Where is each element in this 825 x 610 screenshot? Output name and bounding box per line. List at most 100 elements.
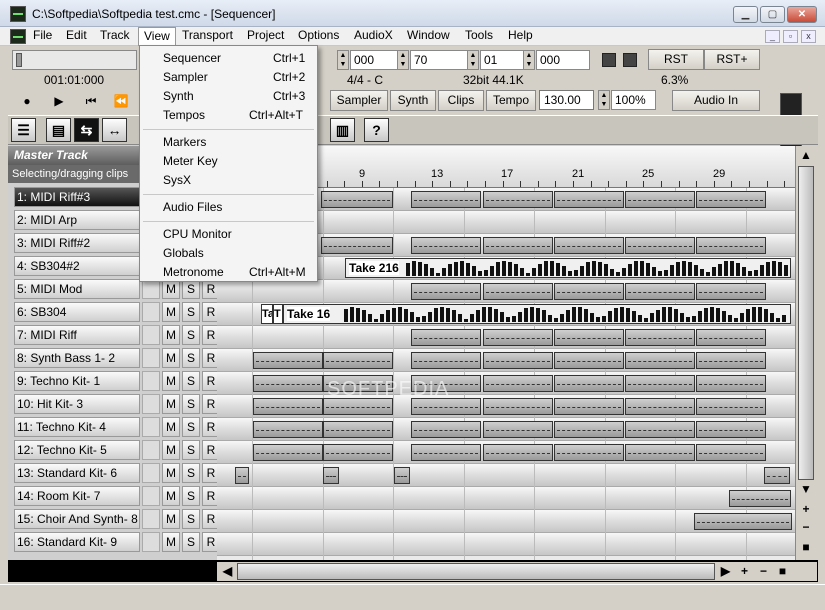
vertical-scrollbar[interactable]: ▲ ▼ + − ■ — [795, 146, 815, 560]
track-row[interactable]: 9: Techno Kit- 1MSR — [14, 370, 220, 392]
midi-clip[interactable] — [253, 375, 323, 392]
zoom-out-icon[interactable]: − — [798, 520, 814, 536]
track-name[interactable]: 5: MIDI Mod — [14, 279, 140, 299]
solo-button[interactable]: S — [182, 440, 200, 460]
midi-clip[interactable] — [764, 467, 790, 484]
mute-button[interactable]: M — [162, 394, 180, 414]
view-menu-audio-files[interactable]: Audio Files — [142, 198, 315, 217]
midi-clip[interactable] — [411, 191, 481, 208]
mute-button[interactable]: M — [162, 348, 180, 368]
track-name[interactable]: 16: Standard Kit- 9 — [14, 532, 140, 552]
mute-button[interactable]: M — [162, 463, 180, 483]
midi-clip[interactable] — [483, 444, 553, 461]
solo-button[interactable]: S — [182, 509, 200, 529]
track-name[interactable]: 14: Room Kit- 7 — [14, 486, 140, 506]
solo-button[interactable]: S — [182, 394, 200, 414]
midi-clip[interactable] — [696, 398, 766, 415]
track-name[interactable]: 2: MIDI Arp — [14, 210, 140, 230]
menu-tools[interactable]: Tools — [460, 27, 498, 46]
midi-clip[interactable] — [411, 352, 481, 369]
minimize-button[interactable]: ▁ — [733, 6, 758, 23]
midi-clip[interactable] — [696, 191, 766, 208]
midi-clip[interactable] — [321, 191, 393, 208]
midi-clip[interactable] — [411, 283, 481, 300]
midi-clip[interactable] — [729, 490, 791, 507]
audio-clip-take-16[interactable]: Take 16 — [283, 304, 791, 324]
menu-audiox[interactable]: AudioX — [349, 27, 398, 46]
menu-track[interactable]: Track — [95, 27, 135, 46]
midi-clip[interactable] — [554, 444, 624, 461]
midi-clip[interactable] — [483, 191, 553, 208]
mute-button[interactable]: M — [162, 302, 180, 322]
menu-edit[interactable]: Edit — [61, 27, 92, 46]
midi-clip[interactable] — [554, 283, 624, 300]
position-slider[interactable] — [12, 50, 137, 70]
midi-clip[interactable] — [483, 352, 553, 369]
track-row[interactable]: 14: Room Kit- 7MSR — [14, 485, 220, 507]
zoom-reset-icon[interactable]: ■ — [798, 540, 814, 556]
maximize-button[interactable]: ▢ — [760, 6, 785, 23]
menu-project[interactable]: Project — [242, 27, 289, 46]
midi-clip[interactable] — [625, 375, 695, 392]
track-name[interactable]: 1: MIDI Riff#3 — [14, 187, 140, 207]
tempo-input[interactable]: 130.00 — [539, 90, 594, 110]
midi-clip[interactable] — [625, 283, 695, 300]
midi-clip[interactable] — [625, 237, 695, 254]
track-name[interactable]: 11: Techno Kit- 4 — [14, 417, 140, 437]
scroll-left-icon[interactable]: ◀ — [219, 563, 236, 580]
audio-clip-small[interactable]: Ta — [261, 304, 273, 324]
view-menu-meter-key[interactable]: Meter Key — [142, 152, 315, 171]
midi-clip[interactable] — [321, 237, 393, 254]
midi-clip[interactable] — [323, 467, 339, 484]
loop-mode-button[interactable] — [623, 53, 637, 67]
h-zoom-reset-icon[interactable]: ■ — [774, 563, 791, 580]
scroll-right-icon[interactable]: ▶ — [717, 563, 734, 580]
list-view-icon[interactable]: ☰ — [11, 118, 36, 142]
midi-clip[interactable] — [696, 329, 766, 346]
solo-button[interactable]: S — [182, 417, 200, 437]
help-icon[interactable]: ? — [364, 118, 389, 142]
menu-transport[interactable]: Transport — [177, 27, 238, 46]
mute-button[interactable]: M — [162, 371, 180, 391]
mute-button[interactable]: M — [162, 279, 180, 299]
zoom-in-icon[interactable]: + — [798, 502, 814, 518]
midi-clip[interactable] — [253, 421, 323, 438]
mdi-close-button[interactable]: x — [801, 30, 816, 43]
midi-clip[interactable] — [625, 398, 695, 415]
mute-button[interactable]: M — [162, 440, 180, 460]
h-zoom-in-icon[interactable]: + — [736, 563, 753, 580]
track-row[interactable]: 10: Hit Kit- 3MSR — [14, 393, 220, 415]
midi-clip[interactable] — [483, 283, 553, 300]
menu-file[interactable]: File — [28, 27, 57, 46]
stretch-tool-icon[interactable]: ↔ — [102, 118, 127, 142]
midi-clip[interactable] — [625, 444, 695, 461]
midi-clip[interactable] — [625, 329, 695, 346]
track-name[interactable]: 9: Techno Kit- 1 — [14, 371, 140, 391]
rewind-button[interactable]: ⏪ — [106, 91, 136, 112]
spin-field-1[interactable]: ▲ ▼ 000 — [337, 50, 405, 70]
midi-clip[interactable] — [696, 352, 766, 369]
solo-button[interactable]: S — [182, 463, 200, 483]
solo-button[interactable]: S — [182, 325, 200, 345]
midi-clip[interactable] — [554, 421, 624, 438]
track-lane[interactable] — [217, 464, 795, 487]
horizontal-scrollbar[interactable]: ◀ ▶ + − ■ — [217, 562, 817, 581]
midi-clip[interactable] — [253, 398, 323, 415]
midi-clip[interactable] — [696, 444, 766, 461]
midi-clip[interactable] — [625, 191, 695, 208]
track-row[interactable]: 7: MIDI Riff M S R — [14, 324, 220, 346]
track-name[interactable]: 7: MIDI Riff — [14, 325, 140, 345]
menu-view[interactable]: View — [138, 27, 176, 46]
sampler-button[interactable]: Sampler — [330, 90, 388, 111]
zoom-spin-field[interactable]: ▲ ▼ 100% — [598, 90, 658, 110]
mixer-icon[interactable]: ▥ — [330, 118, 355, 142]
mute-button[interactable]: M — [162, 325, 180, 345]
midi-clip[interactable] — [696, 283, 766, 300]
mdi-minimize-button[interactable]: _ — [765, 30, 780, 43]
midi-clip[interactable] — [483, 237, 553, 254]
select-tool-icon[interactable]: ⇆ — [74, 118, 99, 142]
track-row[interactable]: 11: Techno Kit- 4MSR — [14, 416, 220, 438]
audio-clip-small[interactable]: T — [273, 304, 283, 324]
midi-clip[interactable] — [411, 237, 481, 254]
midi-clip[interactable] — [483, 329, 553, 346]
